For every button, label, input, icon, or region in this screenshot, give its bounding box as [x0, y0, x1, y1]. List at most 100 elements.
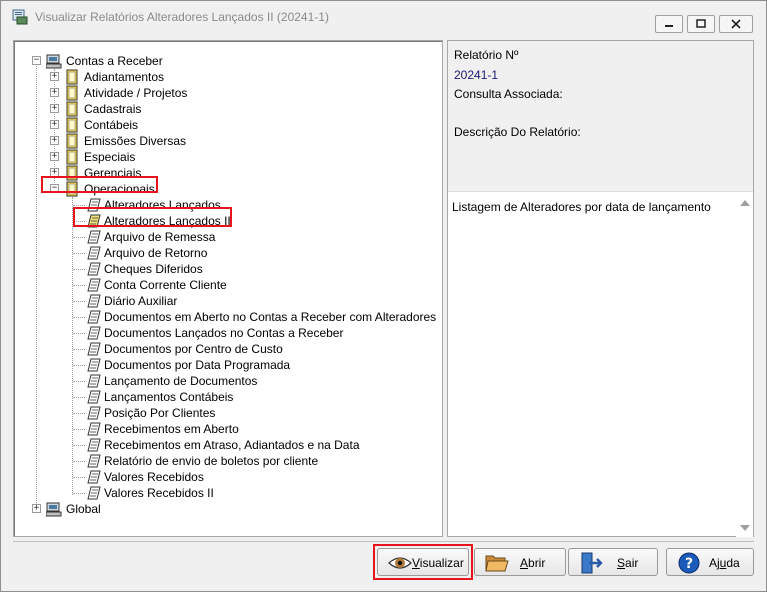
open-folder-icon	[485, 555, 509, 572]
visualizar-button[interactable]: Visualizar	[377, 548, 469, 576]
sair-label-rest: air	[625, 556, 639, 570]
minimize-button[interactable]	[655, 15, 683, 33]
expand-icon[interactable]: +	[50, 72, 59, 81]
tree-report-label: Arquivo de Retorno	[104, 246, 208, 260]
report-document-icon	[87, 454, 101, 468]
tree-node-report[interactable]: Documentos por Data Programada	[14, 357, 434, 373]
tree-category-label: Contábeis	[84, 118, 139, 132]
maximize-button[interactable]	[687, 15, 715, 33]
title-bar: Visualizar Relatórios Alteradores Lançad…	[1, 1, 766, 33]
report-document-icon	[87, 422, 101, 436]
tree-report-label: Recebimentos em Aberto	[104, 422, 239, 436]
report-document-icon	[87, 342, 101, 356]
tree-node-category[interactable]: + Contábeis	[14, 117, 434, 133]
report-document-icon	[87, 278, 101, 292]
close-button[interactable]	[719, 15, 753, 33]
tree-report-label: Documentos por Centro de Custo	[104, 342, 283, 356]
collapse-icon[interactable]: −	[32, 56, 41, 65]
ajuda-label: Ajuda	[709, 556, 740, 570]
tree-guide	[73, 269, 85, 270]
report-document-icon	[87, 390, 101, 404]
highlight-operacionais	[41, 176, 158, 193]
tree-node-category[interactable]: + Atividade / Projetos	[14, 85, 434, 101]
tree-guide	[73, 253, 85, 254]
tree-node-report[interactable]: Documentos Lançados no Contas a Receber	[14, 325, 434, 341]
exit-door-icon	[581, 552, 603, 574]
tree-global-label: Global	[66, 502, 101, 516]
tree-node-category[interactable]: + Cadastrais	[14, 101, 434, 117]
tree-node-category[interactable]: + Especiais	[14, 149, 434, 165]
expand-icon[interactable]: +	[50, 104, 59, 113]
tree-category-label: Adiantamentos	[84, 70, 165, 84]
tree-guide	[73, 333, 85, 334]
tree-node-report[interactable]: Recebimentos em Atraso, Adiantados e na …	[14, 437, 434, 453]
folder-icon	[66, 85, 78, 101]
tree-report-label: Lançamento de Documentos	[104, 374, 258, 388]
tree-node-report[interactable]: Diário Auxiliar	[14, 293, 434, 309]
tree-guide	[73, 349, 85, 350]
tree-node-global[interactable]: + Global	[14, 501, 434, 517]
tree-node-report[interactable]: Lançamento de Documentos	[14, 373, 434, 389]
tree-guide	[73, 365, 85, 366]
expand-icon[interactable]: +	[50, 152, 59, 161]
close-icon	[731, 19, 741, 29]
tree-report-label: Arquivo de Remessa	[104, 230, 216, 244]
expand-icon[interactable]: +	[50, 120, 59, 129]
tree-guide	[73, 381, 85, 382]
tree-guide	[73, 237, 85, 238]
ajuda-label-start: Aj	[709, 556, 720, 570]
report-document-icon	[87, 326, 101, 340]
report-document-icon	[87, 246, 101, 260]
scroll-down-icon[interactable]	[740, 525, 750, 531]
svg-text:?: ?	[685, 556, 693, 572]
highlight-selected-report	[73, 207, 232, 227]
sair-button[interactable]: Sair	[568, 548, 658, 576]
expand-icon[interactable]: +	[50, 88, 59, 97]
tree-node-contas-a-receber[interactable]: − Contas a Receber	[14, 53, 434, 69]
scroll-up-icon[interactable]	[740, 200, 750, 206]
description-scrollbar[interactable]	[736, 192, 753, 537]
tree-node-report[interactable]: Valores Recebidos	[14, 469, 434, 485]
tree-node-category[interactable]: + Adiantamentos	[14, 69, 434, 85]
tree-report-label: Valores Recebidos	[104, 470, 204, 484]
tree-node-report[interactable]: Lançamentos Contábeis	[14, 389, 434, 405]
abrir-button[interactable]: Abrir	[474, 548, 566, 576]
tree-node-report[interactable]: Relatório de envio de boletos por client…	[14, 453, 434, 469]
ajuda-button[interactable]: ? Ajuda	[666, 548, 754, 576]
tree-node-report[interactable]: Recebimentos em Aberto	[14, 421, 434, 437]
tree-node-report[interactable]: Arquivo de Retorno	[14, 245, 434, 261]
tree-guide	[73, 301, 85, 302]
tree-guide	[73, 317, 85, 318]
description-box[interactable]: Listagem de Alteradores por data de lanç…	[448, 191, 753, 537]
expand-icon[interactable]: +	[50, 136, 59, 145]
tree-node-report[interactable]: Posição Por Clientes	[14, 405, 434, 421]
tree-node-report[interactable]: Cheques Diferidos	[14, 261, 434, 277]
report-tree[interactable]: − Contas a Receber + Adiantamentos + Ativid…	[13, 40, 443, 537]
folder-icon	[66, 69, 78, 85]
tree-node-category[interactable]: + Emissões Diversas	[14, 133, 434, 149]
tree-report-label: Posição Por Clientes	[104, 406, 216, 420]
tree-node-report[interactable]: Arquivo de Remessa	[14, 229, 434, 245]
tree-guide	[73, 461, 85, 462]
tree-node-report[interactable]: Documentos em Aberto no Contas a Receber…	[14, 309, 436, 325]
tree-category-label: Especiais	[84, 150, 136, 164]
tree-guide	[73, 285, 85, 286]
help-icon: ?	[678, 552, 700, 574]
tree-guide	[73, 477, 85, 478]
report-document-icon	[87, 486, 101, 500]
report-document-icon	[87, 406, 101, 420]
folder-icon	[66, 133, 78, 149]
app-icon	[12, 9, 28, 25]
report-document-icon	[87, 294, 101, 308]
folder-icon	[66, 149, 78, 165]
tree-report-label: Lançamentos Contábeis	[104, 390, 234, 404]
expand-icon[interactable]: +	[32, 504, 41, 513]
tree-node-report[interactable]: Valores Recebidos II	[14, 485, 434, 501]
tree-report-label: Documentos Lançados no Contas a Receber	[104, 326, 344, 340]
visualizar-label: Visualizar	[412, 556, 464, 570]
tree-node-report[interactable]: Conta Corrente Cliente	[14, 277, 434, 293]
tree-node-report[interactable]: Documentos por Centro de Custo	[14, 341, 434, 357]
computer-icon	[46, 54, 62, 69]
ajuda-label-rest: da	[726, 556, 740, 570]
computer-icon	[46, 502, 62, 517]
